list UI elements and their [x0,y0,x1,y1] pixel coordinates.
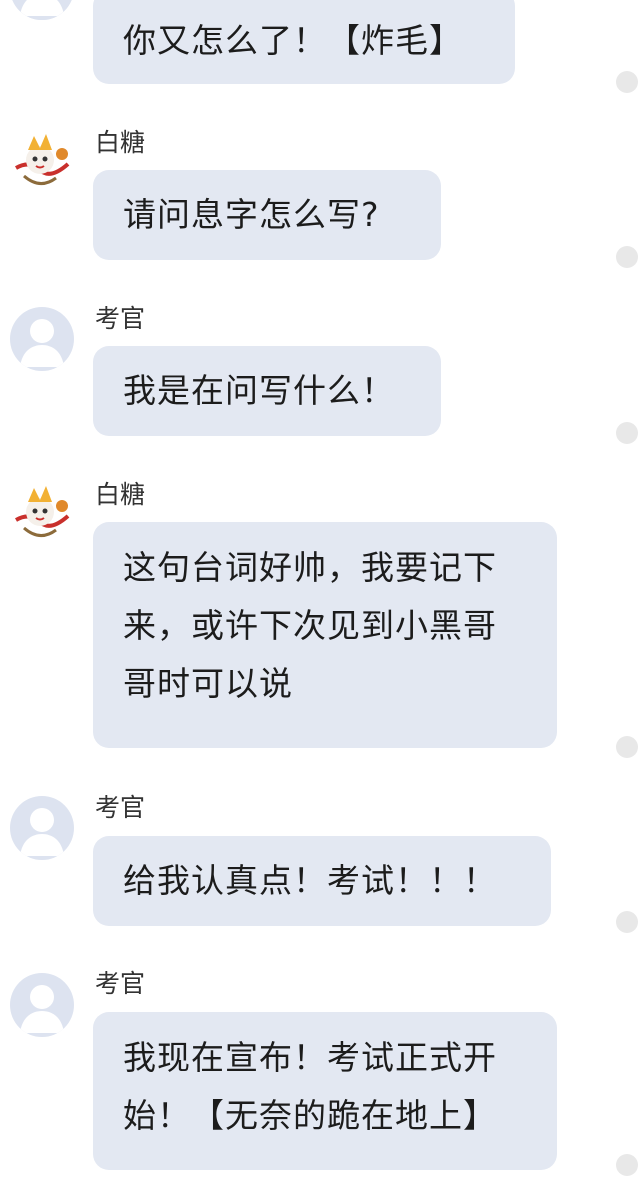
message-bubble[interactable]: 你又怎么了！【炸毛】 [93,0,515,84]
cartoon-avatar-icon [10,482,74,546]
cartoon-avatar-icon [10,130,74,194]
message-bubble[interactable]: 给我认真点！考试！！！ [93,836,551,926]
read-status-dot [616,71,638,93]
sender-name: 白糖 [95,128,146,157]
default-user-icon [10,796,74,860]
sender-name: 考官 [95,969,146,998]
avatar-default[interactable] [10,796,74,860]
chat-history[interactable]: 你又怎么了！【炸毛】 白糖 请问息字怎么写? 考官 我是在问写什么！ 白糖 这句… [0,0,640,1196]
avatar-cartoon[interactable] [10,130,74,194]
message-bubble[interactable]: 我现在宣布！考试正式开始！【无奈的跪在地上】 [93,1012,557,1170]
default-user-icon [10,0,74,20]
sender-name: 考官 [95,304,146,333]
avatar-default[interactable] [10,307,74,371]
default-user-icon [10,307,74,371]
sender-name: 考官 [95,793,146,822]
avatar-default[interactable] [10,0,74,20]
message-text: 给我认真点！考试！！！ [123,861,497,900]
avatar-cartoon[interactable] [10,482,74,546]
sender-name: 白糖 [95,480,146,509]
avatar-default[interactable] [10,973,74,1037]
read-status-dot [616,1154,638,1176]
read-status-dot [616,246,638,268]
message-bubble[interactable]: 这句台词好帅，我要记下来，或许下次见到小黑哥哥时可以说 [93,522,557,748]
message-text: 我是在问写什么！ [123,371,395,410]
read-status-dot [616,911,638,933]
default-user-icon [10,973,74,1037]
read-status-dot [616,736,638,758]
message-text: 这句台词好帅，我要记下来，或许下次见到小黑哥哥时可以说 [123,548,497,703]
message-bubble[interactable]: 请问息字怎么写? [93,170,441,260]
message-text: 请问息字怎么写? [123,195,380,234]
message-text: 我现在宣布！考试正式开始！【无奈的跪在地上】 [123,1038,497,1135]
message-text: 你又怎么了！【炸毛】 [123,21,463,60]
message-bubble[interactable]: 我是在问写什么！ [93,346,441,436]
read-status-dot [616,422,638,444]
